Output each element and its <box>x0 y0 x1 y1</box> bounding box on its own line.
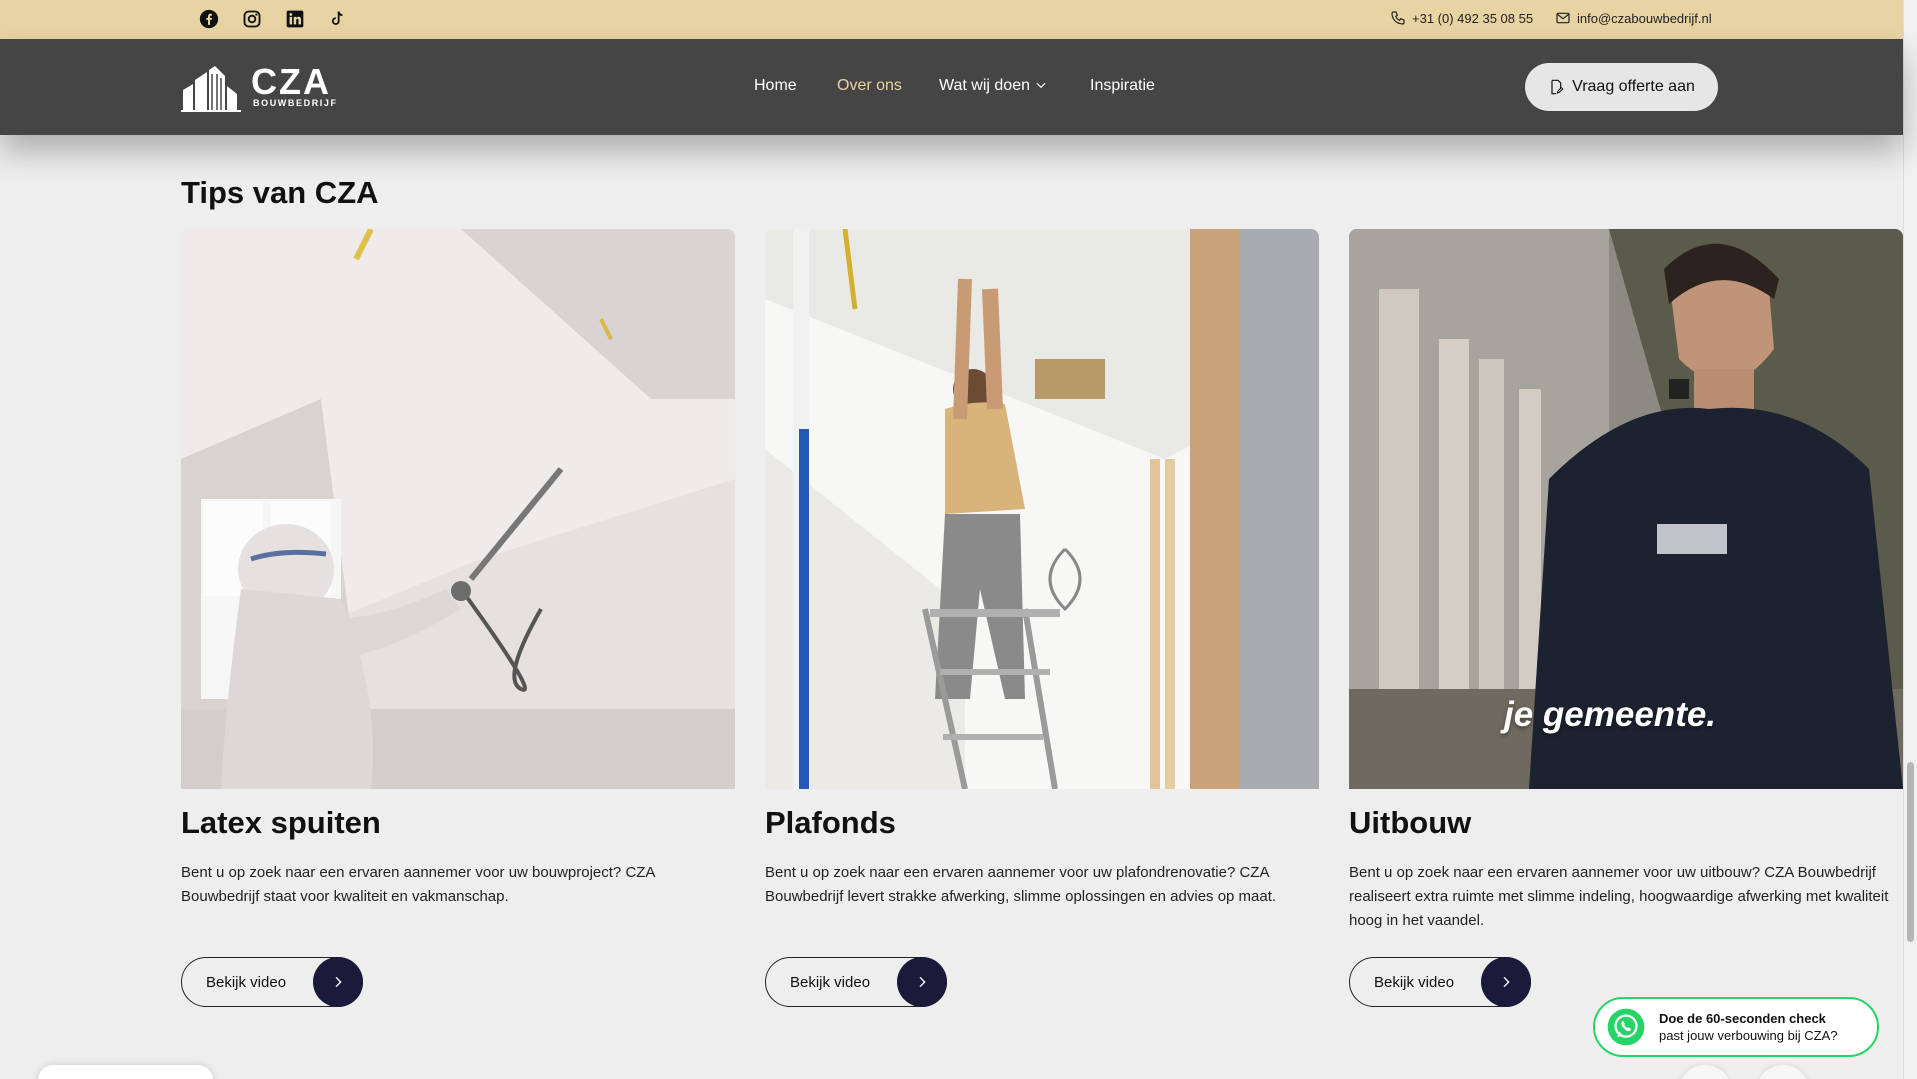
carousel-next-button[interactable] <box>1756 1065 1810 1079</box>
chevron-right-icon <box>313 957 363 1007</box>
logo-subtitle: BOUWBEDRIJF <box>253 98 338 108</box>
mail-icon <box>1556 12 1570 24</box>
video-overlay-caption: je gemeente. <box>1504 695 1717 734</box>
cookie-settings-tab[interactable] <box>38 1065 213 1079</box>
nav-item-home[interactable]: Home <box>754 77 797 95</box>
card-description: Bent u op zoek naar een ervaren aannemer… <box>765 864 1277 905</box>
nav-item-label: Wat wij doen <box>939 77 1030 94</box>
facebook-icon[interactable] <box>198 8 220 30</box>
section-title: Tips van CZA <box>181 175 379 210</box>
watch-video-label: Bekijk video <box>206 973 287 991</box>
card-image-garden-man[interactable]: je gemeente. <box>1349 229 1903 789</box>
whatsapp-subline: past jouw verbouwing bij CZA? <box>1659 1028 1838 1043</box>
tip-card-plafonds: Plafonds Bent u op zoek naar een ervaren… <box>765 229 1319 1007</box>
nav-item-wat-wij-doen[interactable]: Wat wij doen <box>939 77 1048 95</box>
whatsapp-headline: Doe de 60-seconden check <box>1659 1011 1826 1026</box>
nav-item-over-ons[interactable]: Over ons <box>837 77 902 95</box>
tip-card-uitbouw: je gemeente. Uitbouw Bent u op zoek naar… <box>1349 229 1903 1007</box>
watch-video-button[interactable]: Bekijk video <box>1349 957 1531 1007</box>
phone-icon <box>1391 11 1405 25</box>
chevron-down-icon <box>1036 82 1046 89</box>
main-navigation: CZA BOUWBEDRIJF Home Over ons Wat wij do… <box>0 39 1903 135</box>
card-title: Latex spuiten <box>181 805 381 840</box>
logo[interactable]: CZA BOUWBEDRIJF <box>181 61 371 112</box>
whatsapp-icon <box>1607 1008 1645 1046</box>
linkedin-icon[interactable] <box>284 8 306 30</box>
tiktok-icon[interactable] <box>326 8 348 30</box>
watch-video-button[interactable]: Bekijk video <box>765 957 947 1007</box>
document-edit-icon <box>1551 79 1564 95</box>
whatsapp-chat-button[interactable]: Doe de 60-seconden check past jouw verbo… <box>1593 997 1879 1057</box>
email-address: info@czabouwbedrijf.nl <box>1577 10 1712 26</box>
scrollbar-thumb[interactable] <box>1907 762 1914 942</box>
page-scrollbar[interactable] <box>1903 0 1917 1079</box>
phone-contact[interactable]: +31 (0) 492 35 08 55 <box>1390 10 1533 26</box>
card-image-ceiling-worker[interactable] <box>765 229 1319 789</box>
top-bar: +31 (0) 492 35 08 55 info@czabouwbedrijf… <box>0 0 1917 39</box>
carousel-prev-button[interactable] <box>1678 1065 1732 1079</box>
watch-video-label: Bekijk video <box>1374 973 1455 991</box>
card-description: Bent u op zoek naar een ervaren aannemer… <box>1349 864 1889 929</box>
phone-number: +31 (0) 492 35 08 55 <box>1412 10 1534 26</box>
tip-card-latex: Latex spuiten Bent u op zoek naar een er… <box>181 229 735 1007</box>
chevron-right-icon <box>897 957 947 1007</box>
instagram-icon[interactable] <box>241 8 263 30</box>
card-title: Uitbouw <box>1349 805 1472 840</box>
card-description: Bent u op zoek naar een ervaren aannemer… <box>181 864 655 905</box>
watch-video-button[interactable]: Bekijk video <box>181 957 363 1007</box>
logo-wordmark: CZA <box>251 61 331 102</box>
request-quote-button[interactable]: Vraag offerte aan <box>1525 63 1718 111</box>
logo-buildings-icon <box>181 66 241 112</box>
request-quote-label: Vraag offerte aan <box>1572 78 1695 95</box>
card-title: Plafonds <box>765 805 896 840</box>
chevron-right-icon <box>1481 957 1531 1007</box>
email-contact[interactable]: info@czabouwbedrijf.nl <box>1555 10 1712 26</box>
watch-video-label: Bekijk video <box>790 973 871 991</box>
card-image-painter[interactable] <box>181 229 735 789</box>
nav-item-inspiratie[interactable]: Inspiratie <box>1090 77 1155 95</box>
